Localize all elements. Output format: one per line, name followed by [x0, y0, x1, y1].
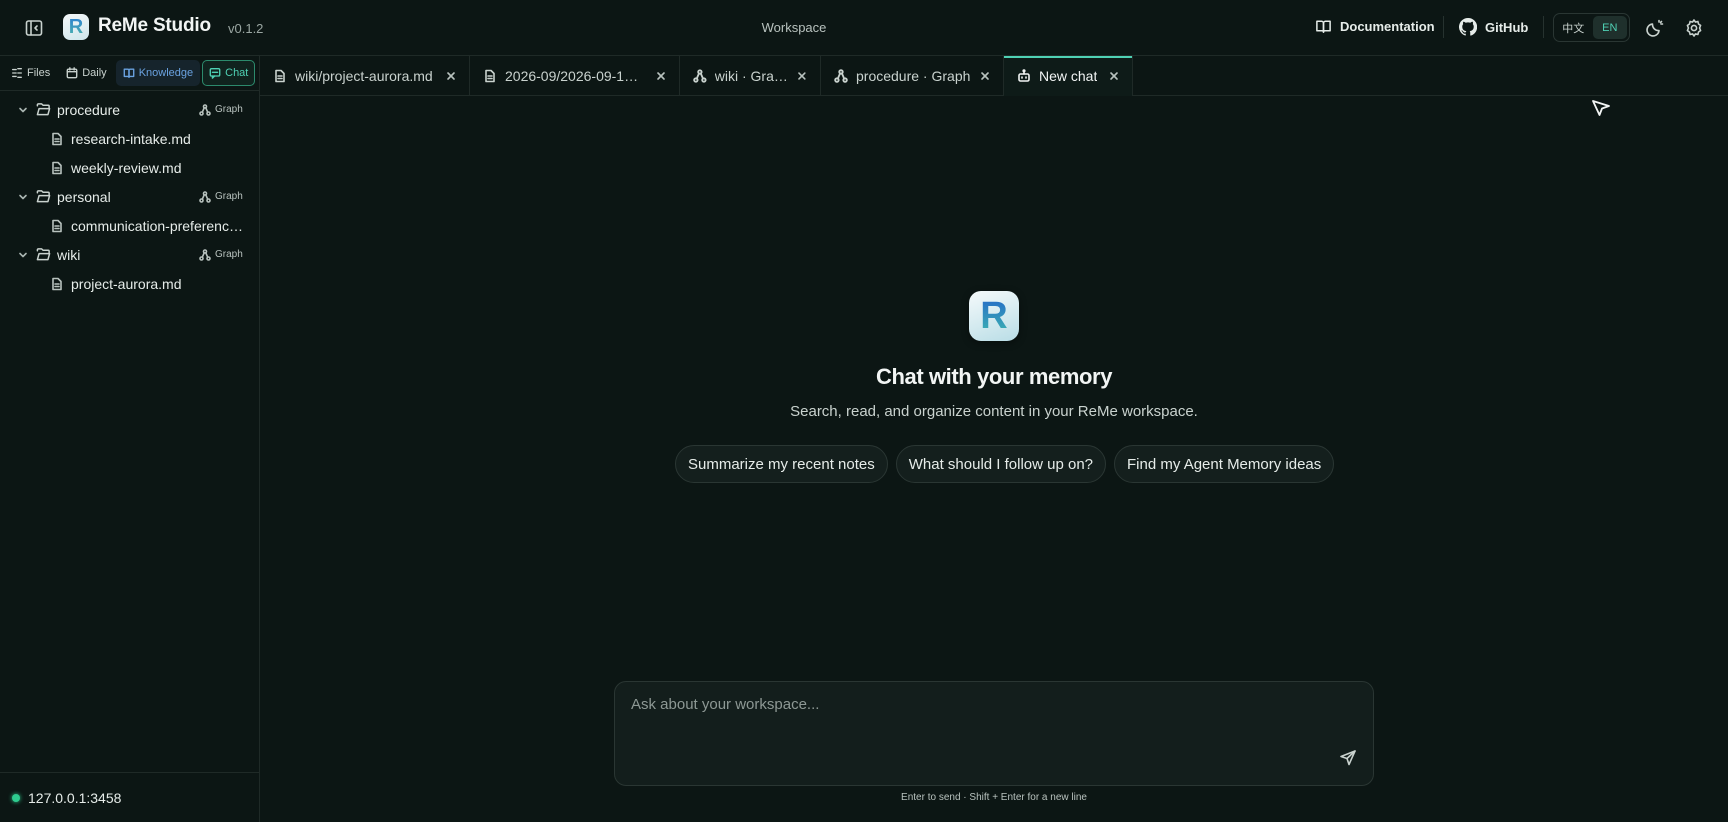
book-icon: [123, 68, 135, 78]
composer-hint: Enter to send · Shift + Enter for a new …: [901, 792, 1087, 803]
tree-folder-personal[interactable]: personal Graph: [0, 182, 259, 211]
sidebar: Files Daily Knowledge Chat procedure Gra…: [0, 56, 260, 822]
status-online-dot: [12, 793, 20, 802]
graph-label: Graph: [215, 104, 243, 115]
sidebar-tabs: Files Daily Knowledge Chat: [0, 56, 259, 91]
graph-icon: [199, 190, 211, 203]
top-header: R ReMe Studio v0.1.2 Workspace Documenta…: [0, 0, 1728, 56]
file-icon: [485, 69, 495, 83]
graph-icon: [693, 69, 707, 83]
close-icon[interactable]: [445, 70, 457, 82]
chat-subtitle: Search, read, and organize content in yo…: [790, 403, 1198, 420]
calendar-icon: [66, 67, 78, 79]
file-tree: procedure Graph research-intake.md weekl…: [0, 91, 259, 298]
tab-label: 2026-09/2026-09-1…: [505, 68, 639, 84]
tree-file[interactable]: weekly-review.md: [0, 153, 259, 182]
tree-file[interactable]: project-aurora.md: [0, 269, 259, 298]
close-icon[interactable]: [655, 70, 667, 82]
send-icon: [1340, 750, 1356, 766]
file-name: weekly-review.md: [71, 159, 182, 176]
theme-toggle-icon[interactable]: [1645, 18, 1665, 38]
close-icon[interactable]: [979, 70, 991, 82]
folder-name: wiki: [57, 246, 81, 263]
sidebar-tab-label: Daily: [82, 67, 107, 79]
language-switcher: 中文 EN: [1553, 13, 1630, 42]
sidebar-tab-label: Files: [27, 67, 51, 79]
tree-file[interactable]: research-intake.md: [0, 124, 259, 153]
chat-title: Chat with your memory: [875, 364, 1113, 389]
close-icon[interactable]: [1108, 70, 1120, 82]
tab-label: wiki/project-aurora.md: [295, 68, 433, 84]
tab-label: wiki · Graph: [714, 68, 789, 84]
file-icon: [52, 161, 62, 174]
tab-label: procedure · Graph: [856, 68, 971, 84]
tree-folder-procedure[interactable]: procedure Graph: [0, 95, 259, 124]
send-button[interactable]: [1333, 743, 1363, 773]
documentation-link[interactable]: Documentation: [1315, 18, 1435, 35]
file-icon: [52, 277, 62, 290]
github-link[interactable]: GitHub: [1459, 18, 1528, 36]
chevron-down-icon[interactable]: [17, 249, 29, 261]
file-name: project-aurora.md: [71, 275, 182, 292]
settings-gear-icon[interactable]: [1684, 18, 1704, 38]
chevron-down-icon[interactable]: [17, 191, 29, 203]
tab-procedure-graph[interactable]: procedure · Graph: [821, 56, 1004, 96]
sidebar-tab-label: Knowledge: [138, 67, 194, 79]
book-icon: [1316, 20, 1331, 33]
tab-new-chat[interactable]: New chat: [1004, 56, 1133, 96]
folder-open-icon: [36, 103, 51, 116]
close-icon[interactable]: [796, 70, 808, 82]
graph-icon: [834, 69, 848, 83]
suggestion-chip[interactable]: What should I follow up on?: [895, 445, 1107, 483]
folder-open-icon: [36, 190, 51, 203]
file-icon: [52, 132, 62, 145]
github-icon: [1459, 18, 1477, 36]
folder-name: personal: [57, 188, 111, 205]
folder-open-icon: [36, 248, 51, 261]
files-icon: [12, 68, 22, 78]
chat-hero-logo: R: [969, 291, 1019, 341]
lang-en-button[interactable]: EN: [1592, 16, 1627, 39]
server-status: 127.0.0.1:3458: [0, 772, 259, 822]
tab-daily-note[interactable]: 2026-09/2026-09-1…: [470, 56, 680, 96]
chat-composer: [614, 681, 1374, 786]
tab-wiki-graph[interactable]: wiki · Graph: [680, 56, 821, 96]
graph-icon: [199, 248, 211, 261]
tab-label: New chat: [1039, 68, 1098, 84]
sidebar-tab-chat[interactable]: Chat: [202, 60, 256, 86]
editor-tabbar: wiki/project-aurora.md 2026-09/2026-09-1…: [260, 56, 1728, 96]
graph-label: Graph: [215, 191, 243, 202]
tree-file[interactable]: communication-preferences.md: [0, 211, 259, 240]
chat-input[interactable]: [631, 696, 1331, 736]
graph-icon: [199, 103, 211, 116]
folder-graph-button[interactable]: Graph: [199, 190, 243, 203]
documentation-label: Documentation: [1340, 19, 1435, 34]
header-divider: [1543, 16, 1544, 38]
chat-icon: [209, 68, 221, 79]
tab-wiki-project-aurora[interactable]: wiki/project-aurora.md: [260, 56, 470, 96]
sidebar-tab-daily[interactable]: Daily: [59, 60, 113, 86]
github-label: GitHub: [1485, 19, 1529, 35]
mouse-pointer-icon: [1590, 97, 1612, 119]
tree-folder-wiki[interactable]: wiki Graph: [0, 240, 259, 269]
folder-graph-button[interactable]: Graph: [199, 248, 243, 261]
file-icon: [52, 219, 62, 232]
sidebar-tab-knowledge[interactable]: Knowledge: [115, 60, 201, 86]
header-divider: [1443, 16, 1444, 38]
suggestion-chip[interactable]: Find my Agent Memory ideas: [1114, 445, 1335, 483]
folder-graph-button[interactable]: Graph: [199, 103, 243, 116]
suggestion-chip[interactable]: Summarize my recent notes: [675, 445, 888, 483]
file-name: communication-preferences.md: [71, 217, 243, 234]
sidebar-tab-files[interactable]: Files: [4, 60, 57, 86]
graph-label: Graph: [215, 249, 243, 260]
lang-zh-button[interactable]: 中文: [1556, 16, 1591, 39]
sidebar-tab-label: Chat: [225, 67, 249, 79]
suggestion-chips: Summarize my recent notes What should I …: [675, 445, 1335, 483]
chevron-down-icon[interactable]: [17, 104, 29, 116]
file-icon: [275, 69, 285, 83]
server-address: 127.0.0.1:3458: [28, 789, 122, 806]
folder-name: procedure: [57, 101, 121, 118]
bot-icon: [1018, 69, 1030, 82]
file-name: research-intake.md: [71, 130, 191, 147]
